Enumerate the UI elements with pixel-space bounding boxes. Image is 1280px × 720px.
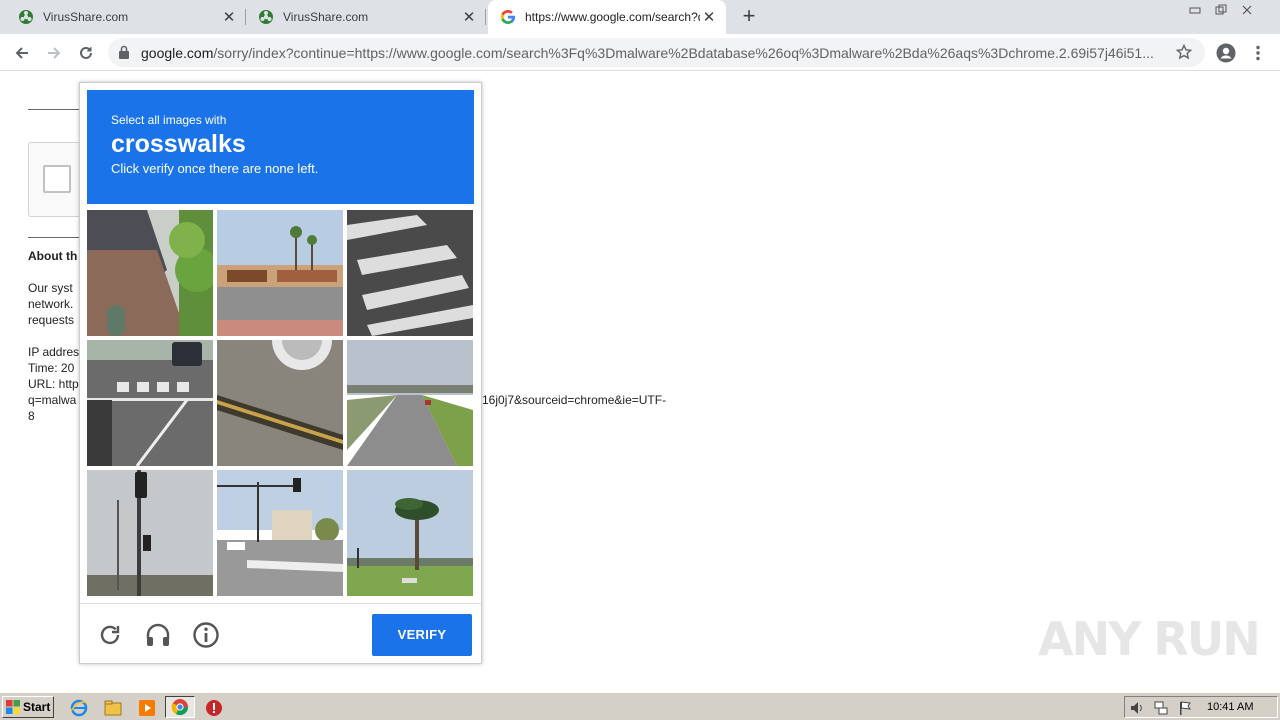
reload-challenge-button[interactable] [95, 620, 125, 650]
reload-button[interactable] [72, 39, 100, 67]
challenge-header: Select all images with crosswalks Click … [87, 90, 474, 204]
back-arrow-icon [15, 47, 28, 59]
url-host: google.com [141, 45, 214, 61]
address-bar[interactable]: google.com/sorry/index?continue=https://… [108, 38, 1205, 67]
action-center-flag-icon[interactable] [1177, 700, 1193, 716]
restore-icon[interactable] [1208, 2, 1234, 18]
tab-title: VirusShare.com [283, 10, 369, 24]
image-tile-6[interactable] [347, 340, 473, 466]
url-line: URL: http [28, 377, 79, 391]
menu-button[interactable] [1244, 39, 1272, 67]
image-tile-9[interactable] [347, 470, 473, 596]
biohazard-icon [19, 10, 33, 24]
about-heading: About th [28, 249, 78, 263]
start-label: Start [23, 700, 51, 714]
url-tail: 16j0j7&sourceid=chrome&ie=UTF- [482, 393, 667, 407]
info-button[interactable] [191, 620, 221, 650]
target-object: crosswalks [111, 130, 246, 158]
windows-taskbar: Start 10:41 AM [0, 692, 1280, 720]
tab-google-search[interactable]: https://www.google.com/search?q= ✕ [488, 0, 726, 34]
image-grid [87, 210, 474, 597]
image-tile-2[interactable] [217, 210, 343, 336]
volume-icon[interactable] [1129, 700, 1145, 716]
tab-title: VirusShare.com [43, 10, 129, 24]
close-tab-icon[interactable]: ✕ [700, 8, 718, 26]
back-button[interactable] [8, 39, 36, 67]
system-tray: 10:41 AM [1124, 696, 1278, 718]
network-icon[interactable] [1153, 700, 1169, 716]
query-line: q=malwa [28, 393, 77, 407]
close-window-icon[interactable] [1234, 2, 1260, 18]
chrome-taskbar-icon[interactable] [165, 696, 195, 718]
bookmark-star-icon[interactable] [1176, 44, 1192, 60]
para-line: requests [28, 313, 75, 327]
image-tile-7[interactable] [87, 470, 213, 596]
start-button[interactable]: Start [2, 696, 54, 718]
audio-challenge-button[interactable] [143, 620, 173, 650]
tab-title: https://www.google.com/search?q= [525, 10, 700, 24]
para-line: Our syst [28, 281, 73, 295]
url-text[interactable]: google.com/sorry/index?continue=https://… [141, 45, 1166, 61]
tab-virusshare-2[interactable]: VirusShare.com ✕ [246, 0, 486, 34]
reload-icon [80, 46, 92, 59]
account-icon [1216, 43, 1236, 63]
hint-text: Click verify once there are none left. [111, 161, 319, 176]
forward-arrow-icon [48, 47, 61, 59]
recaptcha-checkbox[interactable] [43, 165, 71, 193]
headphones-icon [146, 623, 170, 646]
para-line: network. [28, 297, 74, 311]
image-tile-4[interactable] [87, 340, 213, 466]
stop-sign-icon[interactable] [203, 697, 225, 719]
google-icon [500, 10, 515, 24]
image-tile-3[interactable] [347, 210, 473, 336]
image-tile-1[interactable] [87, 210, 213, 336]
browser-toolbar: google.com/sorry/index?continue=https://… [0, 34, 1280, 71]
info-icon [193, 622, 219, 648]
url-path: /sorry/index?continue=https://www.google… [213, 45, 1154, 61]
kebab-menu-icon [1256, 45, 1260, 61]
forward-button[interactable] [40, 39, 68, 67]
taskbar-clock[interactable]: 10:41 AM [1207, 701, 1253, 713]
verify-button[interactable]: VERIFY [372, 614, 472, 656]
media-player-icon[interactable] [136, 697, 158, 719]
instruction-text: Select all images with [111, 113, 227, 127]
biohazard-icon [259, 10, 273, 24]
tab-virusshare-1[interactable]: VirusShare.com ✕ [0, 0, 246, 34]
image-tile-5[interactable] [217, 340, 343, 466]
windows-flag-icon [6, 700, 20, 714]
url-tail-2: 8 [28, 409, 35, 423]
ip-line: IP addres [28, 345, 80, 359]
challenge-footer: VERIFY [80, 603, 481, 663]
minimize-icon[interactable] [1182, 2, 1208, 18]
refresh-icon [100, 625, 120, 645]
close-tab-icon[interactable]: ✕ [460, 8, 478, 26]
tab-strip: VirusShare.com ✕ VirusShare.com ✕ https:… [0, 0, 1280, 34]
image-tile-8[interactable] [217, 470, 343, 596]
close-tab-icon[interactable]: ✕ [220, 8, 238, 26]
recaptcha-challenge-dialog: Select all images with crosswalks Click … [79, 82, 482, 664]
profile-button[interactable] [1212, 39, 1240, 67]
ie-icon[interactable] [68, 697, 90, 719]
window-controls [1182, 2, 1260, 18]
explorer-folder-icon[interactable] [102, 697, 124, 719]
lock-icon[interactable] [118, 45, 130, 59]
time-line: Time: 20 [28, 361, 75, 375]
new-tab-button[interactable]: + [738, 5, 760, 28]
anyrun-watermark: ANY RUN [1038, 612, 1261, 666]
